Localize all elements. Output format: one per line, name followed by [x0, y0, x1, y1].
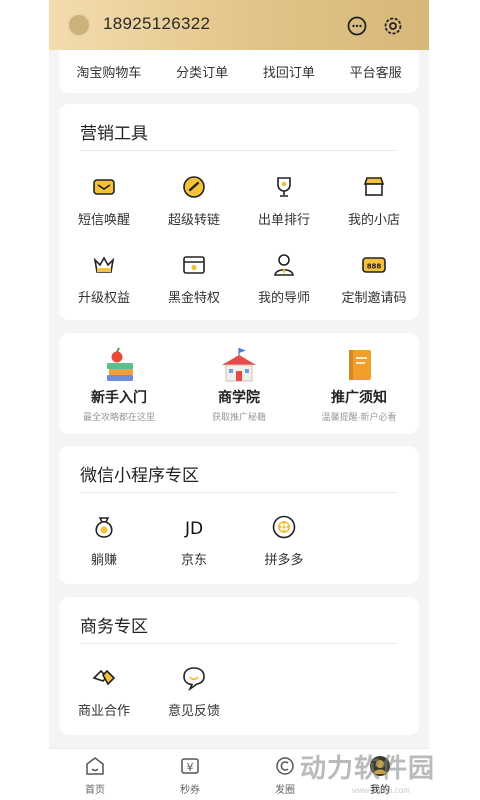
business-cooperation[interactable]: 商业合作 [59, 665, 149, 719]
promo-card: 新手入门 最全攻略都在这里 商学院 获取推广秘籍 推广须知 温馨提醒·新户必看 [59, 333, 419, 434]
mentor-icon [274, 254, 294, 276]
marketing-title: 营销工具 [80, 124, 148, 143]
coupon-icon: ¥ [181, 758, 199, 774]
divider [80, 150, 398, 151]
promo-beginner[interactable]: 新手入门 最全攻略都在这里 [59, 347, 179, 423]
tool-super-link[interactable]: 超级转链 [149, 174, 239, 228]
avatar[interactable] [67, 13, 91, 37]
jd-icon: JD [184, 519, 203, 539]
home-icon [86, 757, 104, 775]
notebook-icon [349, 350, 371, 380]
crown-icon [93, 256, 115, 273]
quick-link-orders[interactable]: 分类订单 [176, 62, 228, 81]
feedback[interactable]: 意见反馈 [149, 665, 239, 719]
gear-icon[interactable] [382, 15, 404, 37]
mini-program-pinduoduo[interactable]: 拼多多 [239, 514, 329, 568]
money-bag-icon [95, 517, 113, 538]
wechat-title: 微信小程序专区 [80, 466, 199, 485]
app-screen: 18925126322 淘宝购物车 分类订单 找回订单 平台客服 营销工具 短信… [49, 0, 429, 800]
business-title: 商务专区 [80, 617, 148, 636]
mini-program-tangzhuan[interactable]: 躺赚 [59, 514, 149, 568]
tab-coupon[interactable]: ¥ 秒券 [160, 755, 220, 796]
trophy-icon [277, 177, 291, 197]
chat-icon[interactable] [346, 15, 368, 37]
phone-number: 18925126322 [103, 14, 211, 33]
quick-link-support[interactable]: 平台客服 [350, 62, 402, 81]
share-icon [276, 757, 294, 775]
sms-icon [93, 179, 115, 195]
marketing-tools-card: 营销工具 短信唤醒 超级转链 出单排行 我的小店 升级权益 黑金特权 我的导师 … [59, 104, 419, 320]
profile-header: 18925126322 [49, 0, 429, 50]
svg-text:888: 888 [367, 263, 382, 271]
books-apple-icon [107, 347, 133, 381]
divider [80, 643, 398, 644]
tool-my-shop[interactable]: 我的小店 [329, 174, 419, 228]
watermark: 动力软件园 [300, 753, 436, 783]
quick-links: 淘宝购物车 分类订单 找回订单 平台客服 [59, 50, 419, 93]
wechat-mini-program-card: 微信小程序专区 躺赚 JD 京东 拼多多 [59, 446, 419, 584]
tab-home[interactable]: 首页 [65, 755, 125, 796]
watermark-url: www.dongli.com [352, 786, 410, 795]
school-icon [222, 348, 256, 382]
divider [80, 492, 398, 493]
link-icon [183, 176, 205, 198]
svg-text:¥: ¥ [187, 761, 194, 774]
quick-link-recover-order[interactable]: 找回订单 [263, 62, 315, 81]
svg-text:JD: JD [184, 519, 203, 539]
promo-business-school[interactable]: 商学院 获取推广秘籍 [179, 347, 299, 423]
tool-black-gold[interactable]: 黑金特权 [149, 252, 239, 306]
tool-upgrade-rights[interactable]: 升级权益 [59, 252, 149, 306]
shop-icon [363, 177, 385, 196]
handshake-icon [92, 669, 116, 686]
feedback-icon [183, 667, 205, 691]
tool-order-ranking[interactable]: 出单排行 [239, 174, 329, 228]
card-icon [183, 256, 205, 274]
tool-invite-code[interactable]: 888 定制邀请码 [329, 252, 419, 306]
pinduoduo-icon [272, 515, 296, 539]
tool-my-mentor[interactable]: 我的导师 [239, 252, 329, 306]
mini-program-jd[interactable]: JD 京东 [149, 514, 239, 568]
business-zone-card: 商务专区 商业合作 意见反馈 [59, 597, 419, 735]
promo-promotion-notice[interactable]: 推广须知 温馨提醒·新户必看 [299, 347, 419, 423]
invite-code-icon: 888 [362, 257, 386, 273]
tool-sms-wake[interactable]: 短信唤醒 [59, 174, 149, 228]
quick-link-taobao-cart[interactable]: 淘宝购物车 [76, 62, 141, 81]
